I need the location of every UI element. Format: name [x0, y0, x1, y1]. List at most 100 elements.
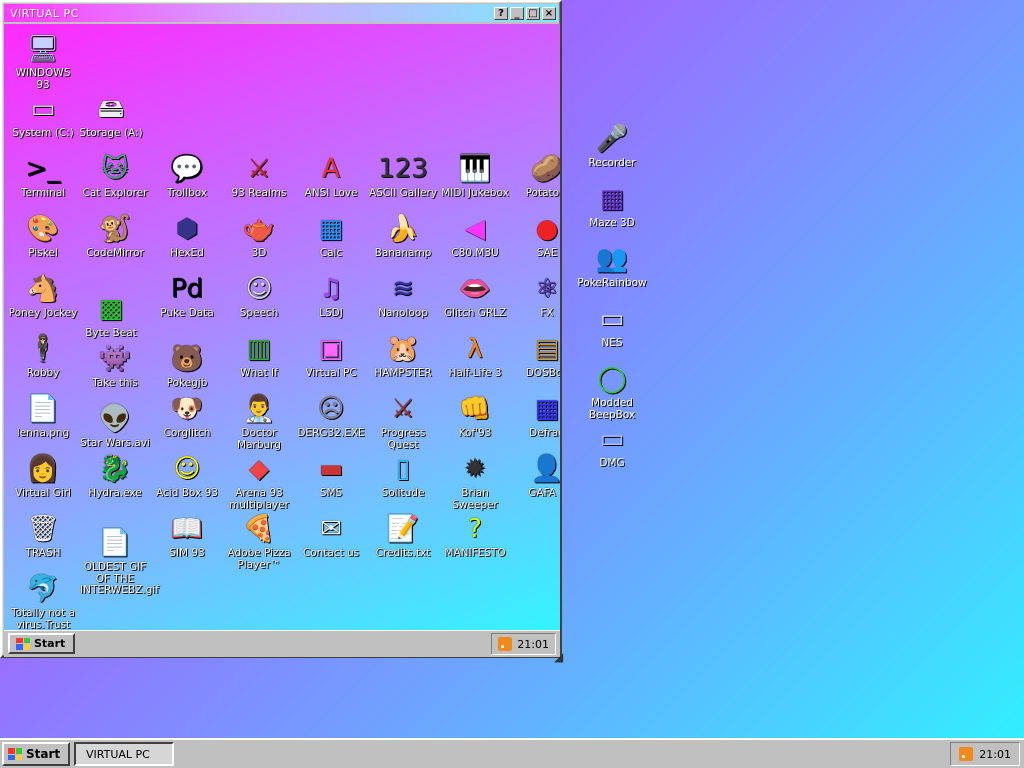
desktop-icon-fx[interactable]: ⚛ FX [512, 272, 560, 320]
desktop-icon-speech[interactable]: ☺ Speech [224, 272, 294, 320]
desktop-icon-acid-box[interactable]: ☺ Acid Box 93 [152, 452, 222, 500]
desktop-icon-system-c[interactable]: ▭ System (C:) [8, 92, 78, 140]
star-wars-icon: 👽 [98, 404, 132, 434]
desktop-icon-brian-sweeper[interactable]: ✹ Brian Sweeper [440, 452, 510, 511]
desktop-icon-ascii-gallery[interactable]: 123 ASCII Gallery [368, 152, 438, 200]
desktop-icon-manifesto[interactable]: ? MANIFESTO [440, 512, 510, 560]
corglitch-icon: 🐶 [170, 394, 204, 424]
desktop-icon-label: Brian Sweeper [452, 487, 498, 511]
poney-jockey-icon: 🐴 [26, 274, 60, 304]
desktop-icon-3d[interactable]: 🫖 3D [224, 212, 294, 260]
desktop-icon-terminal[interactable]: >_ Terminal [8, 152, 78, 200]
desktop-icon-gafa3[interactable]: 👤 GAFA 3 [512, 452, 560, 500]
virtual-pc-icon: ▣ [318, 334, 344, 364]
desktop-icon-doctor-marburg[interactable]: 👨‍⚕ Doctor Marburg [224, 392, 294, 451]
taskbar-item-virtual-pc[interactable]: VIRTUAL PC [74, 742, 174, 766]
inner-clock: 21:01 [517, 637, 549, 651]
desktop-icon-lenna[interactable]: 📄 lenna.png [8, 392, 78, 440]
dosbox-icon: ▤ [534, 334, 560, 364]
pokegjb-icon: 🐻 [170, 344, 204, 374]
desktop-icon-puke-data[interactable]: Pd Puke Data [152, 272, 222, 320]
desktop-icon-hydra[interactable]: 🐉 Hydra.exe [80, 452, 150, 500]
desktop-icon-dosbox[interactable]: ▤ DOSBox [512, 332, 560, 380]
desktop-icon-lsdj[interactable]: ♫ LSDJ [296, 272, 366, 320]
inner-start-button[interactable]: Start [8, 633, 76, 654]
desktop-icon-label: Contact us [302, 547, 360, 559]
desktop-icon-bananamp[interactable]: 🍌 Bananamp [368, 212, 438, 260]
desktop-icon-potato[interactable]: 🥔 Potato.y [512, 152, 560, 200]
close-button[interactable]: × [542, 6, 556, 20]
rss-icon[interactable] [498, 637, 513, 651]
desktop-icon-credits[interactable]: 📝 Credits.txt [368, 512, 438, 560]
progress-quest-icon: ⚔ [391, 394, 415, 424]
desktop-icon-trollbox[interactable]: 💬 Trollbox [152, 152, 222, 200]
desktop-icon-maze3d[interactable]: ▦ Maze 3D [576, 182, 648, 230]
desktop-icon-byte-beat[interactable]: ▩ Byte Beat [76, 292, 146, 340]
desktop-icon-93realms[interactable]: ⚔ 93 Realms [224, 152, 294, 200]
desktop-icon-label: Potato.y [525, 187, 560, 199]
desktop-icon-storage-a[interactable]: 🖴 Storage (A:) [76, 92, 146, 140]
maximize-button[interactable]: □ [526, 6, 540, 20]
desktop-icon-label: Acid Box 93 [156, 487, 218, 499]
desktop-icon-label: Nanoloop [378, 307, 428, 319]
desktop-icon-glitch-grlz[interactable]: 👄 Glitch GRLZ [440, 272, 510, 320]
desktop-icon-totally-not-virus[interactable]: 🐬 Totally not a virus.Trust [8, 572, 78, 630]
desktop-icon-virtual-pc[interactable]: ▣ Virtual PC [296, 332, 366, 380]
desktop-icon-label: Storage (A:) [79, 127, 143, 139]
desktop-icon-solitude[interactable]: ▯ Solitude [368, 452, 438, 500]
desktop-icon-sae[interactable]: ● SAE [512, 212, 560, 260]
desktop-icon-label: Cat Explorer [82, 187, 148, 199]
desktop-icon-take-this[interactable]: 👾 Take this [80, 342, 150, 390]
desktop-icon-cat-explorer[interactable]: 🐱 Cat Explorer [80, 152, 150, 200]
start-button[interactable]: Start [2, 742, 70, 766]
desktop-icon-hexed[interactable]: ⬢ HexEd [152, 212, 222, 260]
dmg-icon: ▭ [599, 424, 625, 454]
desktop-icon-virtual-girl[interactable]: 👩 Virtual Girl [8, 452, 78, 500]
desktop-icon-robby[interactable]: 🕴 Robby [8, 332, 78, 380]
desktop-icon-progress-quest[interactable]: ⚔ Progress Quest [368, 392, 438, 451]
bananamp-icon: 🍌 [386, 214, 420, 244]
desktop-icon-nanoloop[interactable]: ≋ Nanoloop [368, 272, 438, 320]
desktop-icon-star-wars[interactable]: 👽 Star Wars.avi [80, 402, 150, 450]
desktop-icon-arena93[interactable]: ◆ Arena 93 multiplayer [224, 452, 294, 511]
minimize-button[interactable]: _ [510, 6, 524, 20]
inner-system-tray: 21:01 [491, 633, 556, 655]
desktop-icon-kof93[interactable]: 👊 Kof'93 [440, 392, 510, 440]
3d-icon: 🫖 [242, 214, 276, 244]
desktop-icon-dmg[interactable]: ▭ DMG [576, 422, 648, 470]
desktop-icon-modded-beepbox[interactable]: ◯ Modded BeepBox [576, 362, 648, 421]
desktop-icon-corglitch[interactable]: 🐶 Corglitch [152, 392, 222, 440]
desktop-icon-c80m3u[interactable]: ◀ C80.M3U [440, 212, 510, 260]
desktop-icon-poney-jockey[interactable]: 🐴 Poney Jockey [8, 272, 78, 320]
potato-icon: 🥔 [530, 154, 560, 184]
arena93-icon: ◆ [249, 454, 269, 484]
desktop-icon-sim93[interactable]: 📖 SIM 93 [152, 512, 222, 560]
desktop-icon-ansi-love[interactable]: A ANSI Love [296, 152, 366, 200]
desktop-icon-label: Virtual PC [305, 367, 357, 379]
desktop-icon-trash[interactable]: 🗑 TRASH [8, 512, 78, 560]
window-titlebar[interactable]: VIRTUAL PC ? _ □ × [4, 4, 558, 22]
desktop-icon-pokegjb[interactable]: 🐻 Pokegjb [152, 342, 222, 390]
desktop-icon-adobe-pizza[interactable]: 🍕 Adobe Pizza Player™ [224, 512, 294, 571]
desktop-icon-oldest-gif[interactable]: 📄 OLDEST GIF OF THE INTERWEBZ.gif [80, 526, 159, 597]
desktop-icon-piskel[interactable]: 🎨 Piskel [8, 212, 78, 260]
desktop-icon-label: Solitude [381, 487, 425, 499]
desktop-icon-hampster[interactable]: 🐹 HAMPSTER [368, 332, 438, 380]
desktop-icon-calc[interactable]: ▦ Calc [296, 212, 366, 260]
desktop-icon-half-life-3[interactable]: λ Half-Life 3 [440, 332, 510, 380]
help-button[interactable]: ? [494, 6, 508, 20]
desktop-icon-what-if[interactable]: ▥ What If [224, 332, 294, 380]
desktop-icon-pokerainbow[interactable]: 👥 PokeRainbow [576, 242, 648, 290]
desktop-icon-midi-jukebox[interactable]: 🎹 MIDI Jukebox [440, 152, 510, 200]
desktop-icon-defrag[interactable]: ▦ Defrag [512, 392, 560, 440]
desktop-icon-nes[interactable]: ▭ NES [576, 302, 648, 350]
desktop-icon-codemirror[interactable]: 🐒 CodeMirror [80, 212, 150, 260]
rss-icon[interactable] [959, 747, 974, 761]
desktop-icon-windows93[interactable]: 🖥 WINDOWS 93 [8, 32, 78, 91]
desktop-icon-contact-us[interactable]: ✉ Contact us [296, 512, 366, 560]
desktop-icon-recorder[interactable]: 🎤 Recorder [576, 122, 648, 170]
sms-icon: ▬ [318, 454, 344, 484]
desktop-icon-derg32[interactable]: ☹ DERG32.EXE [296, 392, 366, 440]
desktop-icon-sms[interactable]: ▬ SMS [296, 452, 366, 500]
resize-grip-icon[interactable]: ◢ [554, 650, 568, 664]
